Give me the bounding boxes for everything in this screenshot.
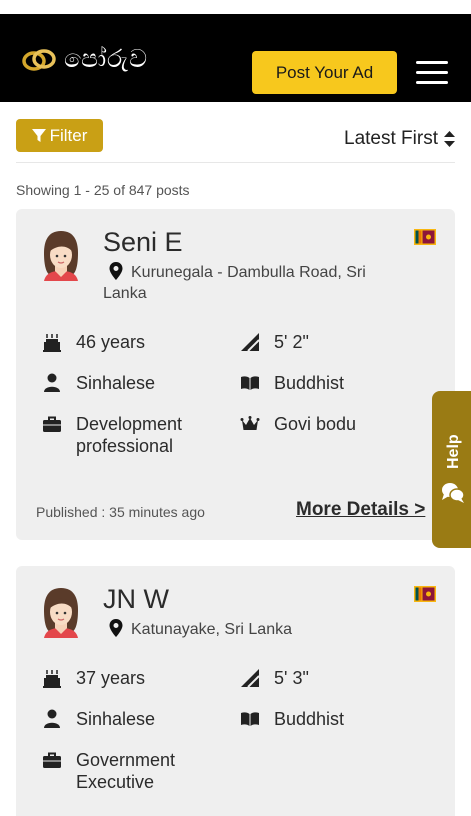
caste-text: Govi bodu [274, 414, 357, 434]
birthday-cake-icon [43, 334, 61, 352]
navbar: පෝරුව Post Your Ad [0, 14, 471, 102]
location-text: Katunayake, Sri Lanka [131, 621, 292, 638]
location-text: Kurunegala - Dambulla Road, Sri Lanka [103, 264, 366, 302]
person-icon [44, 709, 60, 728]
height-attr: 5' 3" [240, 667, 309, 689]
sri-lanka-flag-icon [414, 586, 436, 602]
avatar-icon [44, 231, 78, 281]
location-pin-icon [109, 619, 123, 637]
sort-arrows-icon [444, 131, 455, 147]
height-ruler-icon [241, 669, 260, 688]
birthday-cake-icon [43, 670, 61, 688]
post-your-ad-button[interactable]: Post Your Ad [252, 51, 397, 94]
religion-attr: Buddhist [240, 372, 344, 394]
age-text: 46 years [76, 332, 146, 352]
age-attr: 46 years [42, 331, 145, 353]
profession-attr: Development professional [42, 413, 222, 457]
height-text: 5' 2" [274, 332, 309, 352]
more-details-link[interactable]: More Details > [296, 499, 425, 521]
religion-attr: Buddhist [240, 708, 344, 730]
height-ruler-icon [241, 333, 260, 352]
filter-label: Filter [49, 125, 88, 145]
profession-text: Government Executive [76, 750, 176, 792]
profession-attr: Government Executive [42, 749, 222, 793]
published-time: Published : 35 minutes ago [36, 504, 205, 520]
top-band [0, 0, 471, 14]
profile-name: Seni E [103, 227, 183, 257]
funnel-icon [31, 128, 46, 142]
results-count: Showing 1 - 25 of 847 posts [16, 182, 190, 198]
divider [16, 162, 455, 163]
height-text: 5' 3" [274, 668, 309, 688]
person-icon [44, 373, 60, 392]
help-label: Help [445, 434, 462, 469]
page: පෝරුව Post Your Ad Filter Latest First S… [0, 0, 471, 816]
profile-card[interactable]: Seni E Kurunegala - Dambulla Road, Sri L… [16, 209, 455, 540]
crown-icon [240, 416, 260, 430]
religion-text: Buddhist [274, 373, 345, 393]
profile-card[interactable]: JN W Katunayake, Sri Lanka 37 years 5' 3… [16, 566, 455, 816]
profile-location: Katunayake, Sri Lanka [103, 619, 403, 640]
profile-location: Kurunegala - Dambulla Road, Sri Lanka [103, 262, 403, 304]
profile-name: JN W [103, 584, 169, 614]
ethnicity-text: Sinhalese [76, 709, 156, 729]
location-pin-icon [109, 262, 123, 280]
help-tab[interactable]: Help [432, 391, 471, 548]
religion-text: Buddhist [274, 709, 345, 729]
book-icon [241, 712, 259, 726]
height-attr: 5' 2" [240, 331, 309, 353]
ethnicity-attr: Sinhalese [42, 372, 155, 394]
age-text: 37 years [76, 668, 146, 688]
hamburger-icon[interactable] [416, 61, 448, 85]
sri-lanka-flag-icon [414, 229, 436, 245]
age-attr: 37 years [42, 667, 145, 689]
ethnicity-text: Sinhalese [76, 373, 156, 393]
caste-attr: Govi bodu [240, 413, 356, 435]
avatar-icon [44, 588, 78, 638]
sort-select[interactable]: Latest First [344, 128, 455, 150]
filter-button[interactable]: Filter [16, 119, 103, 152]
sort-label: Latest First [344, 128, 438, 149]
profession-text: Development professional [76, 414, 183, 456]
logo-text: පෝරුව [64, 44, 149, 73]
logo[interactable]: පෝරුව [20, 44, 148, 74]
ethnicity-attr: Sinhalese [42, 708, 155, 730]
book-icon [241, 376, 259, 390]
briefcase-icon [43, 752, 61, 768]
briefcase-icon [43, 416, 61, 432]
chat-bubbles-icon [442, 483, 465, 503]
rings-logo-icon [22, 49, 56, 71]
